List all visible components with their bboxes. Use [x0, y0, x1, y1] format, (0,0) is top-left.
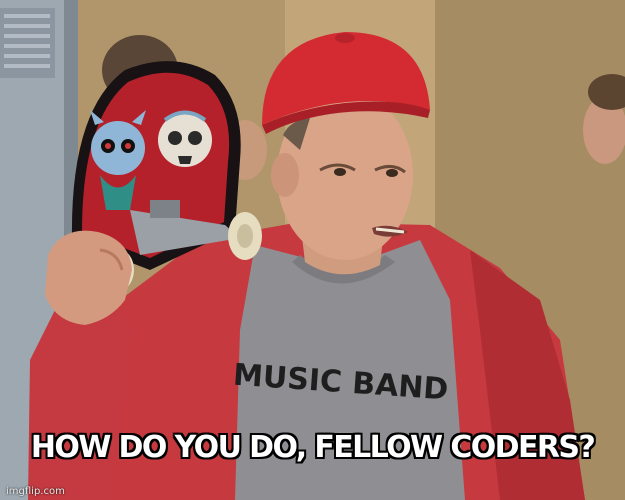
left-pupil: [334, 168, 346, 176]
imgflip-watermark: imgflip.com: [6, 486, 65, 497]
devil-sticker: [91, 121, 145, 175]
right-pupil: [386, 169, 398, 177]
meme-caption: HOW DO YOU DO, FELLOW CODERS?: [30, 430, 596, 465]
scene-illustration: MUSIC BAND: [0, 0, 625, 500]
ear: [271, 153, 299, 197]
meme-image: MUSIC BAND HOW DO YOU DO, FELLOW CODERS?…: [0, 0, 625, 500]
